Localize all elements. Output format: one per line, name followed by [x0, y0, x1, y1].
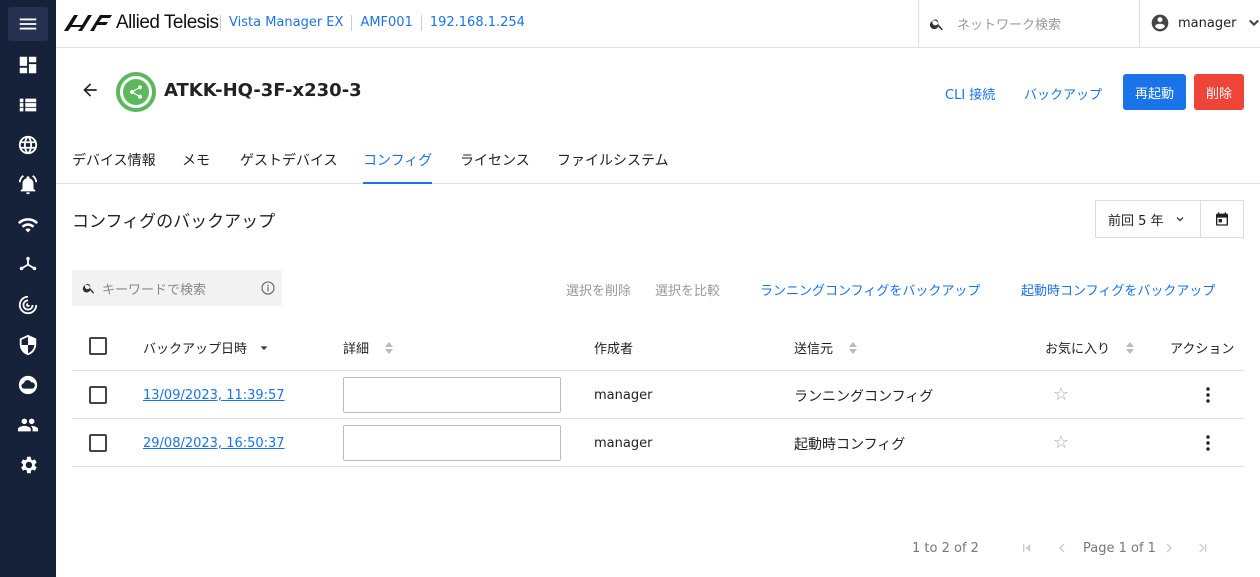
backup-startup-config-button[interactable]: 起動時コンフィグをバックアップ — [1021, 280, 1215, 299]
brand-name: Allied Telesis — [116, 12, 219, 33]
device-status-icon — [116, 72, 156, 112]
back-arrow-icon[interactable] — [80, 80, 100, 100]
col-header-detail-label: 詳細 — [343, 342, 370, 357]
col-header-source[interactable]: 送信元 — [794, 338, 858, 357]
last-page-icon[interactable] — [1195, 540, 1211, 556]
cli-connect-link[interactable]: CLI 接続 — [945, 84, 995, 103]
prev-page-icon[interactable] — [1054, 540, 1070, 556]
sort-icon — [849, 341, 858, 354]
pagination-page: Page 1 of 1 — [1083, 541, 1156, 556]
backup-running-config-button[interactable]: ランニングコンフィグをバックアップ — [760, 280, 980, 299]
delete-button[interactable]: 削除 — [1194, 74, 1244, 110]
pagination-range: 1 to 2 of 2 — [912, 541, 979, 556]
period-value: 前回 5 年 — [1108, 213, 1164, 229]
source-cell: 起動時コンフィグ — [794, 437, 906, 453]
tab-memo[interactable]: メモ — [182, 150, 210, 184]
row-checkbox[interactable] — [89, 434, 107, 452]
tab-guest-devices[interactable]: ゲストデバイス — [240, 150, 338, 184]
top-bar: Allied Telesis Vista Manager EX AMF001 1… — [56, 0, 1260, 48]
source-cell: ランニングコンフィグ — [794, 389, 934, 405]
table-row: 29/08/2023, 16:50:37 manager 起動時コンフィグ ☆ — [72, 419, 1244, 467]
breadcrumb-area[interactable]: AMF001 — [351, 15, 420, 31]
breadcrumb: Vista Manager EX AMF001 192.168.1.254 — [220, 15, 533, 31]
account-icon — [1151, 14, 1169, 32]
allied-telesis-logo[interactable]: Allied Telesis — [64, 12, 219, 34]
network-search-placeholder: ネットワーク検索 — [957, 18, 1062, 33]
network-search-input[interactable]: ネットワーク検索 — [918, 0, 1140, 47]
keyword-search-input[interactable]: キーワードで検索 — [72, 270, 282, 306]
col-header-favorite[interactable]: お気に入り — [1045, 338, 1135, 357]
tab-file-system[interactable]: ファイルシステム — [557, 150, 669, 184]
row-checkbox[interactable] — [89, 386, 107, 404]
first-page-icon[interactable] — [1019, 540, 1035, 556]
search-icon — [929, 18, 943, 30]
delete-selected-button[interactable]: 選択を削除 — [566, 280, 631, 299]
shield-icon[interactable] — [8, 328, 48, 362]
menu-icon[interactable] — [8, 7, 48, 41]
compare-selected-button[interactable]: 選択を比較 — [655, 280, 720, 299]
users-icon[interactable] — [8, 408, 48, 442]
detail-input[interactable] — [343, 425, 561, 461]
wifi-icon[interactable] — [8, 208, 48, 242]
sort-icon — [385, 341, 394, 354]
more-vert-icon[interactable] — [1202, 386, 1214, 404]
gear-icon[interactable] — [8, 448, 48, 482]
star-icon[interactable]: ☆ — [1053, 384, 1069, 405]
next-page-icon[interactable] — [1161, 540, 1177, 556]
share-icon — [123, 79, 149, 105]
col-header-action-label: アクション — [1170, 342, 1235, 357]
tab-device-info[interactable]: デバイス情報 — [72, 150, 156, 184]
list-icon[interactable] — [8, 88, 48, 122]
select-all-checkbox[interactable] — [89, 337, 107, 355]
detail-input[interactable] — [343, 377, 561, 413]
backup-link[interactable]: バックアップ — [1024, 84, 1102, 103]
user-name: manager — [1178, 15, 1237, 31]
device-header: ATKK-HQ-3F-x230-3 CLI 接続 バックアップ 再起動 削除 — [56, 64, 1260, 124]
author-cell: manager — [594, 436, 653, 451]
reboot-button[interactable]: 再起動 — [1123, 74, 1186, 110]
author-cell: manager — [594, 388, 653, 403]
chevron-down-icon — [1176, 217, 1183, 222]
sort-icon — [1126, 341, 1135, 354]
tab-config[interactable]: コンフィグ — [363, 150, 433, 184]
dashboard-icon[interactable] — [8, 48, 48, 82]
breadcrumb-address[interactable]: 192.168.1.254 — [420, 15, 533, 31]
col-header-source-label: 送信元 — [794, 342, 834, 357]
calendar-icon — [1216, 212, 1228, 226]
col-header-action: アクション — [1170, 338, 1234, 357]
device-name: ATKK-HQ-3F-x230-3 — [164, 80, 362, 101]
table-header: バックアップ日時 詳細 作成者 送信元 お気に入り アクション — [72, 322, 1244, 371]
col-header-author: 作成者 — [594, 338, 633, 357]
chevron-down-icon — [1249, 19, 1260, 27]
calendar-button[interactable] — [1200, 200, 1244, 238]
info-icon[interactable] — [260, 280, 276, 296]
device-tabs: デバイス情報 メモ ゲストデバイス コンフィグ ライセンス ファイルシステム — [56, 136, 1260, 184]
sidebar — [0, 0, 56, 577]
period-select[interactable]: 前回 5 年 — [1095, 200, 1201, 238]
tab-license[interactable]: ライセンス — [460, 150, 530, 184]
col-header-favorite-label: お気に入り — [1045, 342, 1111, 357]
cloud-icon[interactable] — [8, 368, 48, 402]
col-header-detail[interactable]: 詳細 — [343, 338, 394, 357]
section-title: コンフィグのバックアップ — [72, 212, 276, 232]
more-vert-icon[interactable] — [1202, 434, 1214, 452]
breadcrumb-app[interactable]: Vista Manager EX — [220, 15, 351, 31]
sort-desc-icon — [260, 345, 268, 350]
logo-mark-icon — [64, 15, 112, 31]
topology-icon[interactable] — [8, 248, 48, 282]
backup-date-link[interactable]: 29/08/2023, 16:50:37 — [143, 436, 285, 451]
col-header-author-label: 作成者 — [594, 342, 634, 357]
star-icon[interactable]: ☆ — [1053, 432, 1069, 453]
user-menu[interactable]: manager — [1150, 13, 1260, 33]
backup-date-link[interactable]: 13/09/2023, 11:39:57 — [143, 388, 285, 403]
radar-icon[interactable] — [8, 288, 48, 322]
col-header-date-label: バックアップ日時 — [143, 342, 248, 357]
table-row: 13/09/2023, 11:39:57 manager ランニングコンフィグ … — [72, 371, 1244, 419]
keyword-search-placeholder: キーワードで検索 — [102, 282, 207, 298]
col-header-date[interactable]: バックアップ日時 — [143, 338, 269, 357]
globe-icon[interactable] — [8, 128, 48, 162]
alarm-icon[interactable] — [8, 168, 48, 202]
search-icon — [82, 283, 95, 294]
